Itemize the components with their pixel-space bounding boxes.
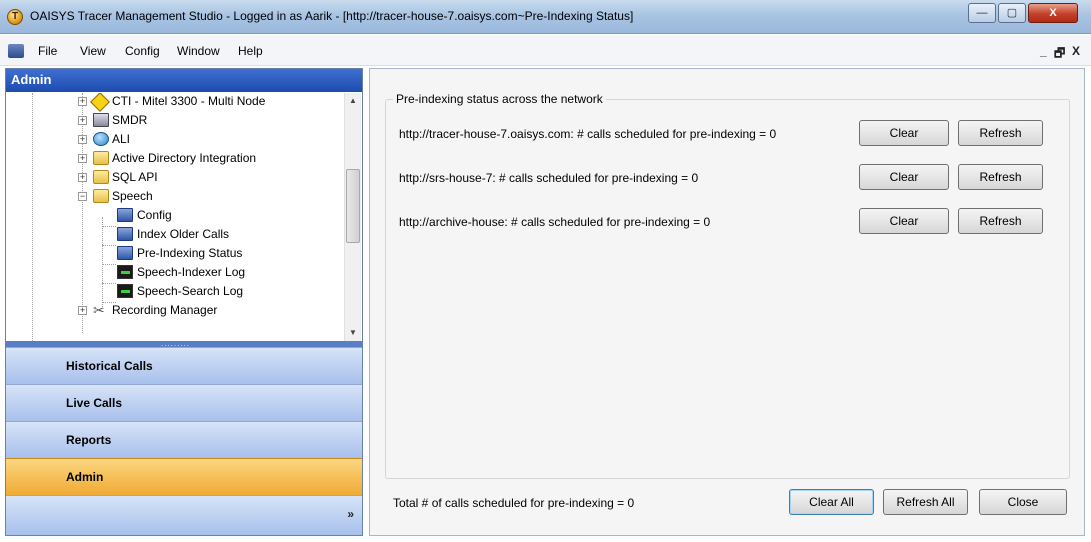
admin-panel: Admin + CTI - Mitel 3300 - Multi Node + …	[5, 68, 363, 536]
refresh-button[interactable]: Refresh	[958, 208, 1043, 234]
scrollbar-thumb[interactable]	[346, 169, 360, 243]
tree-item-ali[interactable]: + ALI	[6, 130, 336, 149]
log-icon	[117, 284, 133, 298]
nav-live-calls[interactable]: Live Calls	[6, 384, 362, 421]
tree-item-label: SMDR	[112, 113, 148, 127]
clear-button[interactable]: Clear	[859, 208, 949, 234]
folder-icon	[93, 170, 109, 184]
tree-item-label: CTI - Mitel 3300 - Multi Node	[112, 94, 266, 108]
nav-overflow[interactable]: »	[6, 495, 362, 535]
admin-tree: + CTI - Mitel 3300 - Multi Node + SMDR +…	[6, 93, 344, 341]
chevron-down-icon: »	[347, 507, 354, 521]
tree-item-label: Speech	[112, 189, 153, 203]
tree-item-label: Recording Manager	[112, 303, 218, 317]
log-icon	[117, 265, 133, 279]
mdi-restore-button[interactable]: 🗗	[1054, 44, 1065, 65]
tree-item-label: Pre-Indexing Status	[137, 244, 243, 262]
tree-item-label: Active Directory Integration	[112, 151, 257, 165]
nav-historical-calls[interactable]: Historical Calls	[6, 347, 362, 384]
tree-item-label: Config	[137, 208, 172, 222]
close-button[interactable]: Close	[979, 489, 1067, 515]
expand-icon[interactable]: +	[78, 97, 87, 106]
document-icon	[117, 227, 133, 241]
tree-item-pre-indexing-status[interactable]: Pre-Indexing Status	[6, 244, 336, 263]
nav-reports[interactable]: Reports	[6, 421, 362, 458]
tree-item-recording-manager[interactable]: + ✂ Recording Manager	[6, 301, 336, 320]
clear-button[interactable]: Clear	[859, 120, 949, 146]
tree-scrollbar[interactable]: ▲ ▼	[344, 93, 361, 341]
tree-item-label: Speech-Search Log	[137, 284, 244, 298]
clear-all-button[interactable]: Clear All	[789, 489, 874, 515]
folder-open-icon	[93, 189, 109, 203]
tree-item-label: ALI	[112, 132, 131, 146]
refresh-all-button[interactable]: Refresh All	[883, 489, 968, 515]
diamond-icon	[90, 93, 110, 112]
maximize-icon: ▢	[1006, 7, 1018, 19]
mdi-minimize-button[interactable]: _	[1040, 44, 1047, 58]
server-status-text: http://srs-house-7: # calls scheduled fo…	[399, 171, 699, 185]
tree-item-speech-indexer-log[interactable]: Speech-Indexer Log	[6, 263, 336, 282]
tree-item-config[interactable]: Config	[6, 206, 336, 225]
menu-config[interactable]: Config	[125, 44, 160, 58]
computer-icon	[93, 113, 109, 127]
menu-bar: File View Config Window Help _ 🗗 X	[0, 35, 1091, 66]
total-scheduled-text: Total # of calls scheduled for pre-index…	[393, 496, 635, 510]
expand-icon[interactable]: +	[78, 173, 87, 182]
menu-file[interactable]: File	[38, 44, 57, 58]
menu-view[interactable]: View	[80, 44, 106, 58]
pre-indexing-group: Pre-indexing status across the network h…	[385, 92, 1070, 479]
server-status-text: http://archive-house: # calls scheduled …	[399, 215, 711, 229]
menu-window[interactable]: Window	[177, 44, 220, 58]
minimize-button[interactable]: —	[968, 3, 996, 23]
scroll-down-icon[interactable]: ▼	[345, 325, 361, 341]
clear-button[interactable]: Clear	[859, 164, 949, 190]
folder-icon	[93, 151, 109, 165]
tree-item-cti[interactable]: + CTI - Mitel 3300 - Multi Node	[6, 93, 336, 112]
document-icon	[117, 208, 133, 222]
mdi-close-button[interactable]: X	[1072, 44, 1080, 58]
tree-item-index-older-calls[interactable]: Index Older Calls	[6, 225, 336, 244]
tree-item-sql-api[interactable]: + SQL API	[6, 168, 336, 187]
group-title: Pre-indexing status across the network	[393, 92, 606, 106]
nav-admin[interactable]: Admin	[6, 458, 362, 495]
admin-panel-header: Admin	[6, 69, 362, 92]
tree-item-active-directory[interactable]: + Active Directory Integration	[6, 149, 336, 168]
tree-item-label: Index Older Calls	[137, 227, 230, 241]
tree-item-label: SQL API	[112, 170, 158, 184]
expand-icon[interactable]: +	[78, 116, 87, 125]
close-window-button[interactable]: X	[1028, 3, 1078, 23]
expand-icon[interactable]: +	[78, 135, 87, 144]
title-bar: T OAISYS Tracer Management Studio - Logg…	[0, 0, 1091, 34]
scissors-icon: ✂	[93, 302, 105, 318]
app-logo-icon: T	[7, 9, 23, 25]
pre-indexing-pane: Pre-indexing status across the network h…	[369, 68, 1085, 536]
refresh-button[interactable]: Refresh	[958, 120, 1043, 146]
tree-item-speech-search-log[interactable]: Speech-Search Log	[6, 282, 336, 301]
tree-item-smdr[interactable]: + SMDR	[6, 111, 336, 130]
window-title: OAISYS Tracer Management Studio - Logged…	[30, 9, 634, 23]
tree-item-speech[interactable]: − Speech	[6, 187, 336, 206]
tree-item-label: Speech-Indexer Log	[137, 265, 246, 279]
document-icon	[117, 246, 133, 260]
app-menu-icon[interactable]	[8, 44, 24, 58]
globe-icon	[93, 132, 109, 146]
maximize-button[interactable]: ▢	[998, 3, 1026, 23]
expand-icon[interactable]: +	[78, 306, 87, 315]
menu-help[interactable]: Help	[238, 44, 263, 58]
minimize-icon: —	[976, 7, 988, 19]
server-status-text: http://tracer-house-7.oaisys.com: # call…	[399, 127, 777, 141]
scroll-up-icon[interactable]: ▲	[345, 93, 361, 109]
collapse-icon[interactable]: −	[78, 192, 87, 201]
expand-icon[interactable]: +	[78, 154, 87, 163]
refresh-button[interactable]: Refresh	[958, 164, 1043, 190]
close-icon: X	[1049, 7, 1057, 19]
